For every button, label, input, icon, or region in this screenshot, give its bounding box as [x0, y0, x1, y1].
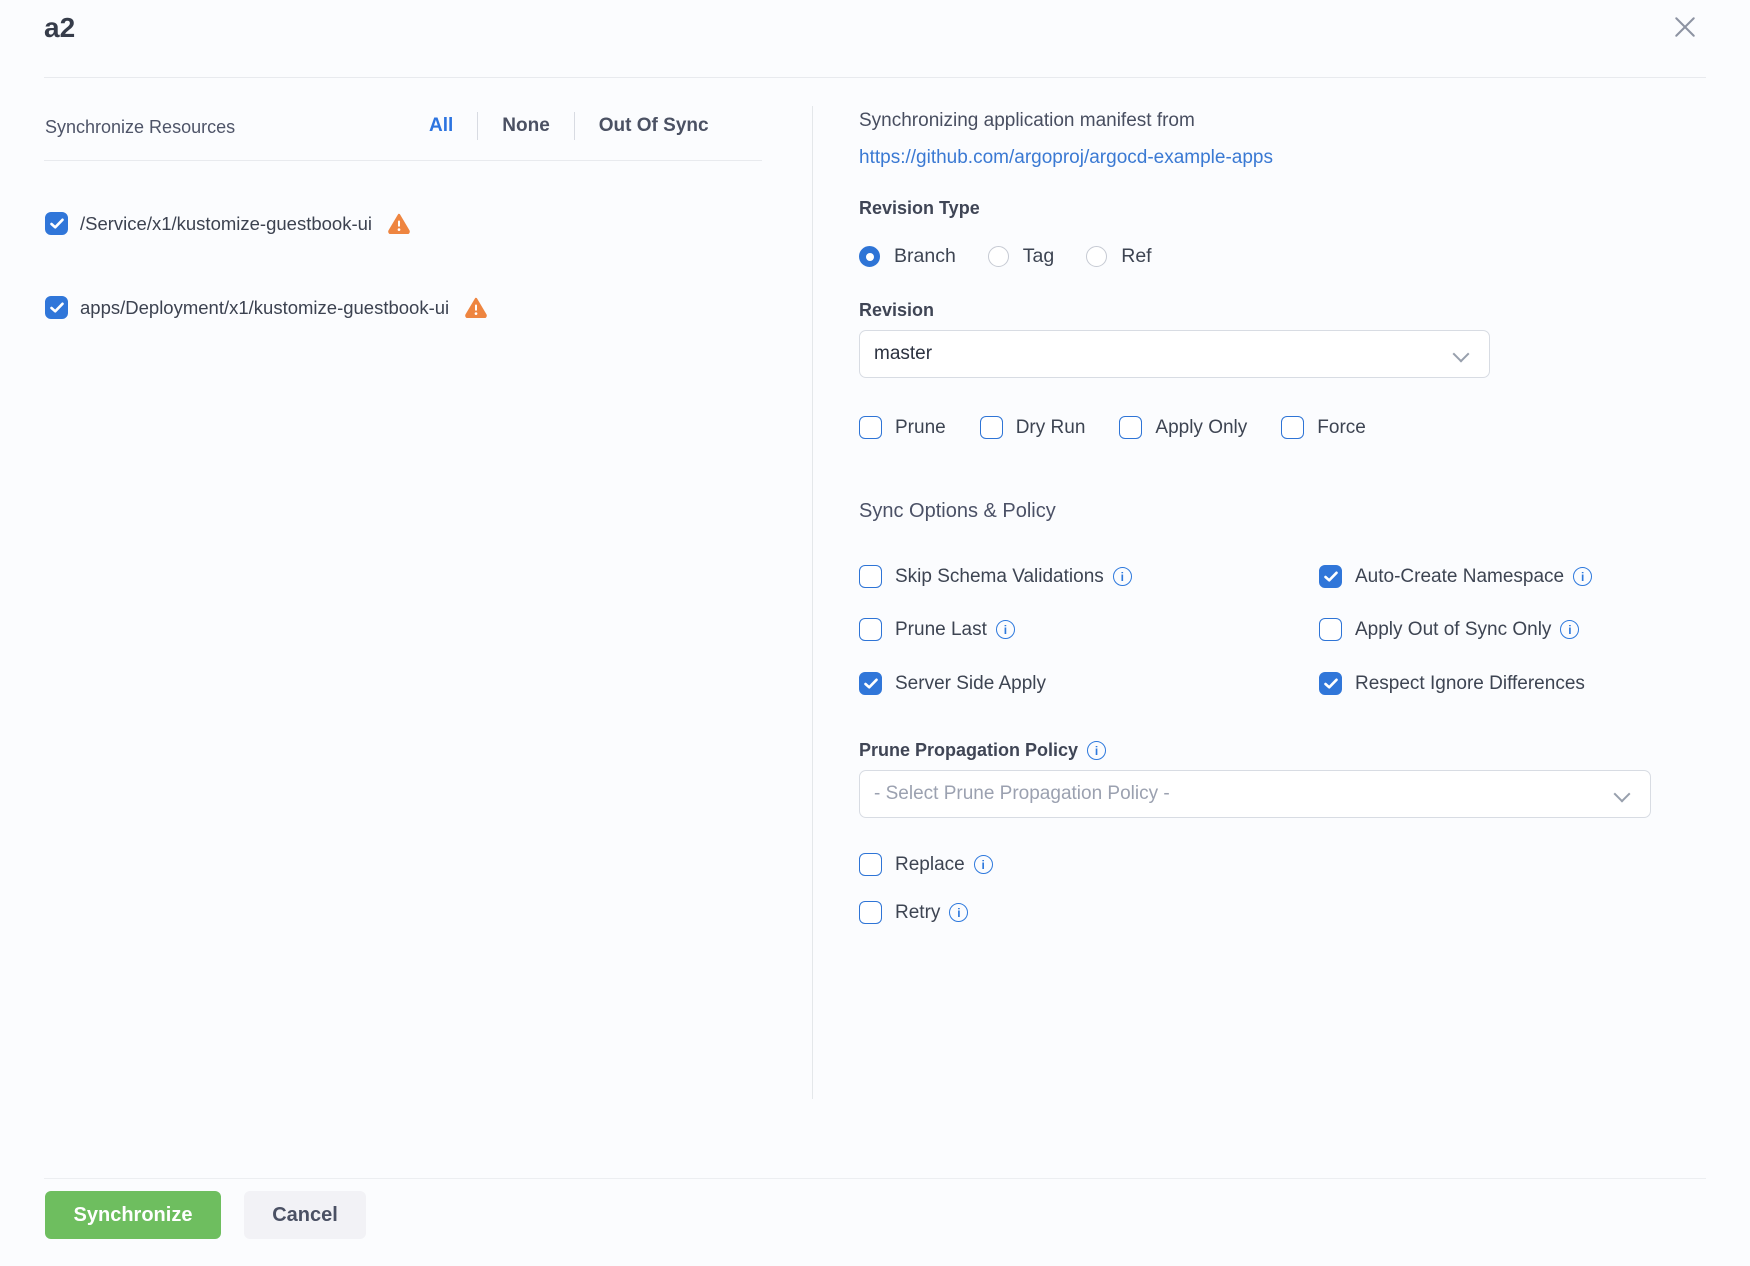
close-button[interactable] [1668, 10, 1702, 44]
warning-icon [465, 297, 487, 318]
info-icon[interactable] [1573, 567, 1592, 586]
resource-filter-tabs: All None Out Of Sync [429, 108, 709, 144]
prune-propagation-policy-placeholder: - Select Prune Propagation Policy - [874, 783, 1170, 805]
option-label: Skip Schema Validations [895, 566, 1104, 588]
resource-checkbox[interactable] [45, 296, 68, 319]
cancel-button[interactable]: Cancel [244, 1191, 366, 1239]
checkmark-icon [1324, 678, 1338, 689]
radio-branch-label: Branch [894, 245, 956, 268]
replace-checkbox[interactable] [859, 853, 882, 876]
column-divider [812, 106, 813, 1099]
option-server-side-apply: Server Side Apply [859, 672, 1046, 695]
revision-type-label: Revision Type [859, 198, 980, 219]
tab-out-of-sync[interactable]: Out Of Sync [599, 115, 709, 137]
prune-propagation-policy-text: Prune Propagation Policy [859, 740, 1078, 761]
radio-dot [866, 253, 874, 261]
radio-control[interactable] [1086, 246, 1107, 267]
prune-label: Prune [895, 417, 946, 439]
sync-flags-row: Prune Dry Run Apply Only Force [859, 416, 1400, 439]
info-icon[interactable] [1560, 620, 1579, 639]
option-skip-schema-validations: Skip Schema Validations [859, 565, 1132, 588]
apply-out-of-sync-only-checkbox[interactable] [1319, 618, 1342, 641]
option-label: Prune Last [895, 619, 987, 641]
chevron-down-icon [1453, 346, 1470, 363]
sync-options-title: Sync Options & Policy [859, 500, 1056, 523]
manifest-from-label: Synchronizing application manifest from [859, 110, 1195, 132]
apply-only-checkbox[interactable] [1119, 416, 1142, 439]
resource-name: apps/Deployment/x1/kustomize-guestbook-u… [80, 297, 449, 319]
flag-apply-only[interactable]: Apply Only [1119, 416, 1247, 439]
prune-checkbox[interactable] [859, 416, 882, 439]
retry-checkbox[interactable] [859, 901, 882, 924]
dry-run-checkbox[interactable] [980, 416, 1003, 439]
replace-label: Replace [895, 854, 965, 876]
option-respect-ignore-differences: Respect Ignore Differences [1319, 672, 1585, 695]
warning-icon [388, 213, 410, 234]
close-icon [1670, 12, 1700, 42]
retry-label: Retry [895, 902, 940, 924]
resource-row: /Service/x1/kustomize-guestbook-ui [45, 212, 410, 235]
skip-schema-validations-checkbox[interactable] [859, 565, 882, 588]
sync-dialog: a2 Synchronize Resources All None Out Of… [0, 0, 1750, 1266]
checkmark-icon [864, 678, 878, 689]
repo-url-link[interactable]: https://github.com/argoproj/argocd-examp… [859, 147, 1273, 169]
info-icon[interactable] [1087, 741, 1106, 760]
option-apply-out-of-sync-only: Apply Out of Sync Only [1319, 618, 1579, 641]
chevron-down-icon [1614, 786, 1631, 803]
auto-create-namespace-checkbox[interactable] [1319, 565, 1342, 588]
synchronize-button[interactable]: Synchronize [45, 1191, 221, 1239]
info-icon[interactable] [996, 620, 1015, 639]
prune-propagation-policy-label: Prune Propagation Policy [859, 740, 1106, 761]
option-prune-last: Prune Last [859, 618, 1015, 641]
checkmark-icon [50, 218, 64, 229]
radio-tag-label: Tag [1023, 245, 1054, 268]
radio-control[interactable] [859, 246, 880, 267]
resources-divider [44, 160, 762, 161]
dry-run-label: Dry Run [1016, 417, 1086, 439]
flag-dry-run[interactable]: Dry Run [980, 416, 1086, 439]
info-icon[interactable] [1113, 567, 1132, 586]
radio-ref-label: Ref [1121, 245, 1151, 268]
apply-only-label: Apply Only [1155, 417, 1247, 439]
option-auto-create-namespace: Auto-Create Namespace [1319, 565, 1592, 588]
radio-control[interactable] [988, 246, 1009, 267]
server-side-apply-checkbox[interactable] [859, 672, 882, 695]
flag-prune[interactable]: Prune [859, 416, 946, 439]
respect-ignore-differences-checkbox[interactable] [1319, 672, 1342, 695]
force-checkbox[interactable] [1281, 416, 1304, 439]
option-label: Apply Out of Sync Only [1355, 619, 1551, 641]
radio-tag[interactable]: Tag [988, 245, 1054, 268]
prune-last-checkbox[interactable] [859, 618, 882, 641]
info-icon[interactable] [974, 855, 993, 874]
checkmark-icon [50, 302, 64, 313]
option-label: Server Side Apply [895, 673, 1046, 695]
tab-all[interactable]: All [429, 115, 453, 137]
radio-ref[interactable]: Ref [1086, 245, 1151, 268]
info-icon[interactable] [949, 903, 968, 922]
revision-select[interactable]: master [859, 330, 1490, 378]
header-divider [44, 77, 1706, 78]
option-replace: Replace [859, 853, 993, 876]
option-label: Respect Ignore Differences [1355, 673, 1585, 695]
radio-branch[interactable]: Branch [859, 245, 956, 268]
flag-force[interactable]: Force [1281, 416, 1366, 439]
force-label: Force [1317, 417, 1366, 439]
tab-none[interactable]: None [502, 115, 550, 137]
option-retry: Retry [859, 901, 968, 924]
tab-separator [574, 112, 575, 140]
resource-checkbox[interactable] [45, 212, 68, 235]
page-title: a2 [44, 12, 75, 44]
option-label: Auto-Create Namespace [1355, 566, 1564, 588]
revision-label: Revision [859, 300, 934, 321]
prune-propagation-policy-select[interactable]: - Select Prune Propagation Policy - [859, 770, 1651, 818]
tab-separator [477, 112, 478, 140]
revision-value: master [874, 343, 932, 365]
revision-type-radio-group: Branch Tag Ref [859, 245, 1184, 268]
resource-name: /Service/x1/kustomize-guestbook-ui [80, 213, 372, 235]
checkmark-icon [1324, 571, 1338, 582]
synchronize-resources-label: Synchronize Resources [45, 117, 235, 138]
resource-row: apps/Deployment/x1/kustomize-guestbook-u… [45, 296, 487, 319]
footer-divider [44, 1178, 1706, 1179]
